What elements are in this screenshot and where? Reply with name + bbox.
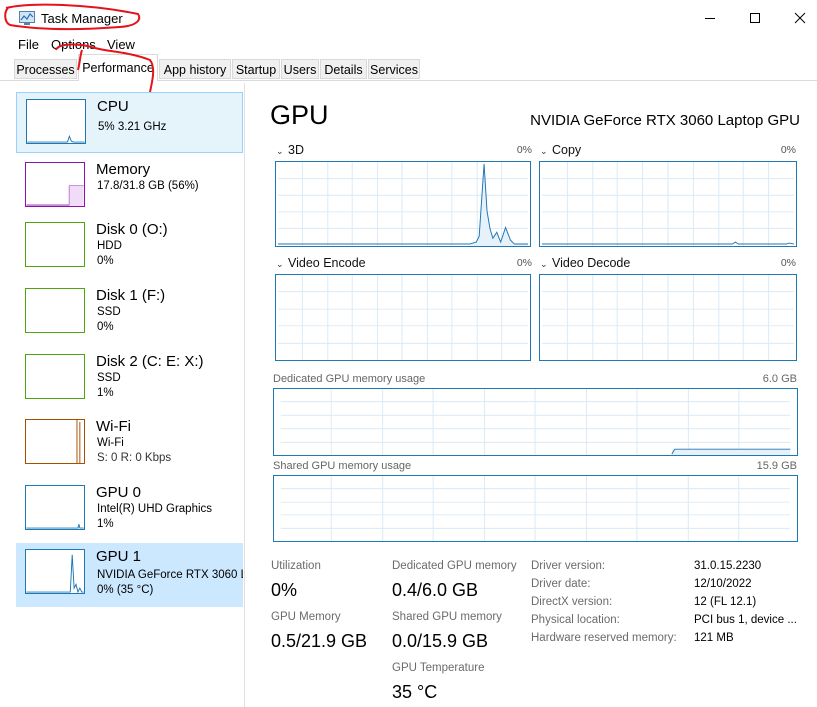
sidebar-item-detail: S: 0 R: 0 Kbps (97, 452, 172, 464)
engine-copy-graph (539, 161, 797, 247)
sidebar-item-type: Wi-Fi (97, 437, 124, 449)
sidebar-item-detail: 1% (97, 387, 114, 399)
engine-video-encode-graph (275, 274, 531, 361)
engine-video-encode-selector[interactable]: Video Encode (288, 256, 366, 270)
dedicated-memory-graph-label: Dedicated GPU memory usage (273, 373, 426, 385)
annotation-performance-circle (55, 43, 155, 93)
disk-1-thumbnail (25, 288, 85, 333)
wifi-thumbnail (25, 419, 85, 464)
close-button[interactable] (780, 6, 817, 30)
shared-memory-graph (273, 475, 798, 542)
sidebar-item-type: Intel(R) UHD Graphics (97, 503, 213, 515)
minimize-button[interactable] (690, 6, 730, 30)
sidebar-item-disk-2[interactable]: Disk 2 (C: E: X:) SSD 1% (16, 348, 243, 409)
disk-0-thumbnail (25, 222, 85, 267)
sidebar-item-type: SSD (97, 372, 121, 384)
sidebar-item-title: CPU (97, 98, 129, 115)
sidebar-item-detail: 17.8/31.8 GB (56%) (97, 180, 199, 192)
shared-memory-max: 15.9 GB (756, 460, 797, 472)
tab-users[interactable]: Users (281, 59, 319, 79)
cpu-thumbnail (26, 99, 86, 144)
engine-video-decode-graph (539, 274, 797, 361)
driver-date-value: 12/10/2022 (694, 578, 752, 590)
engine-3d-graph (275, 161, 531, 247)
engine-copy-selector[interactable]: Copy (552, 143, 581, 157)
sidebar-item-title: Wi-Fi (96, 418, 131, 435)
gpu-memory-label: GPU Memory (271, 611, 341, 623)
driver-version-label: Driver version: (531, 560, 606, 572)
sidebar-item-detail: 0% (97, 321, 114, 333)
gpu-temperature-label: GPU Temperature (392, 662, 485, 674)
engine-video-encode-percent: 0% (516, 257, 532, 269)
dedicated-memory-label: Dedicated GPU memory (392, 560, 517, 572)
chevron-down-icon[interactable]: ⌄ (540, 146, 548, 157)
driver-version-value: 31.0.15.2230 (694, 560, 762, 572)
utilization-label: Utilization (271, 560, 321, 572)
sidebar-item-detail: 0% (35 °C) (97, 584, 154, 596)
sidebar-item-title: Disk 1 (F:) (96, 287, 166, 304)
sidebar-item-detail: 5% 3.21 GHz (98, 121, 167, 133)
chevron-down-icon[interactable]: ⌄ (276, 146, 284, 157)
sidebar-item-type: SSD (97, 306, 121, 318)
sidebar-item-disk-0[interactable]: Disk 0 (O:) HDD 0% (16, 216, 243, 277)
tab-startup[interactable]: Startup (232, 59, 280, 79)
page-title: GPU (270, 100, 329, 130)
sidebar-divider (244, 83, 245, 707)
engine-video-decode-percent: 0% (780, 257, 796, 269)
hardware-reserved-memory-value: 121 MB (694, 632, 734, 644)
close-icon (794, 12, 806, 24)
sidebar-item-cpu[interactable]: CPU 5% 3.21 GHz (16, 92, 243, 153)
engine-3d-selector[interactable]: 3D (288, 143, 304, 157)
directx-version-value: 12 (FL 12.1) (694, 596, 757, 608)
memory-thumbnail (25, 162, 85, 207)
sidebar-item-detail: 1% (97, 518, 114, 530)
sidebar-item-type: NVIDIA GeForce RTX 3060 Laptop GPU (97, 569, 243, 581)
tab-services[interactable]: Services (368, 59, 420, 79)
sidebar-item-title: GPU 0 (96, 484, 142, 501)
sidebar-item-title: Disk 0 (O:) (96, 221, 168, 238)
physical-location-value: PCI bus 1, device ... (694, 614, 797, 626)
shared-memory-graph-label: Shared GPU memory usage (273, 460, 412, 472)
engine-copy-percent: 0% (780, 144, 796, 156)
sidebar-item-gpu-0[interactable]: GPU 0 Intel(R) UHD Graphics 1% (16, 479, 243, 540)
shared-memory-label: Shared GPU memory (392, 611, 502, 623)
gpu-memory-value: 0.5/21.9 GB (271, 631, 368, 651)
hardware-reserved-memory-label: Hardware reserved memory: (531, 632, 677, 644)
chevron-down-icon[interactable]: ⌄ (276, 259, 284, 270)
dedicated-memory-max: 6.0 GB (762, 373, 797, 385)
sidebar-item-memory[interactable]: Memory 17.8/31.8 GB (56%) (16, 156, 243, 217)
dedicated-memory-value: 0.4/6.0 GB (392, 580, 479, 600)
gpu-1-thumbnail (25, 549, 85, 594)
tab-details[interactable]: Details (320, 59, 367, 79)
maximize-button[interactable] (735, 6, 775, 30)
shared-memory-value: 0.0/15.9 GB (392, 631, 489, 651)
gpu-0-thumbnail (25, 485, 85, 530)
directx-version-label: DirectX version: (531, 596, 613, 608)
sidebar-item-type: HDD (97, 240, 122, 252)
engine-video-decode-selector[interactable]: Video Decode (552, 256, 630, 270)
annotation-overlay (4, 3, 155, 93)
minimize-icon (705, 18, 715, 19)
gpu-model-name: NVIDIA GeForce RTX 3060 Laptop GPU (530, 112, 800, 129)
sidebar-item-wifi[interactable]: Wi-Fi Wi-Fi S: 0 R: 0 Kbps (16, 413, 243, 474)
sidebar-item-title: Memory (96, 161, 151, 178)
utilization-value: 0% (271, 580, 298, 600)
gpu-temperature-value: 35 °C (392, 682, 438, 702)
engine-3d-percent: 0% (516, 144, 532, 156)
sidebar-item-title: GPU 1 (96, 548, 142, 565)
sidebar-item-disk-1[interactable]: Disk 1 (F:) SSD 0% (16, 282, 243, 343)
annotation-title-circle (4, 3, 141, 31)
chevron-down-icon[interactable]: ⌄ (540, 259, 548, 270)
dedicated-memory-graph (273, 388, 798, 456)
sidebar-item-title: Disk 2 (C: E: X:) (96, 353, 204, 370)
maximize-icon (750, 13, 760, 23)
physical-location-label: Physical location: (531, 614, 620, 626)
driver-date-label: Driver date: (531, 578, 591, 590)
disk-2-thumbnail (25, 354, 85, 399)
sidebar-item-gpu-1[interactable]: GPU 1 NVIDIA GeForce RTX 3060 Laptop GPU… (16, 543, 243, 607)
sidebar-item-detail: 0% (97, 255, 114, 267)
